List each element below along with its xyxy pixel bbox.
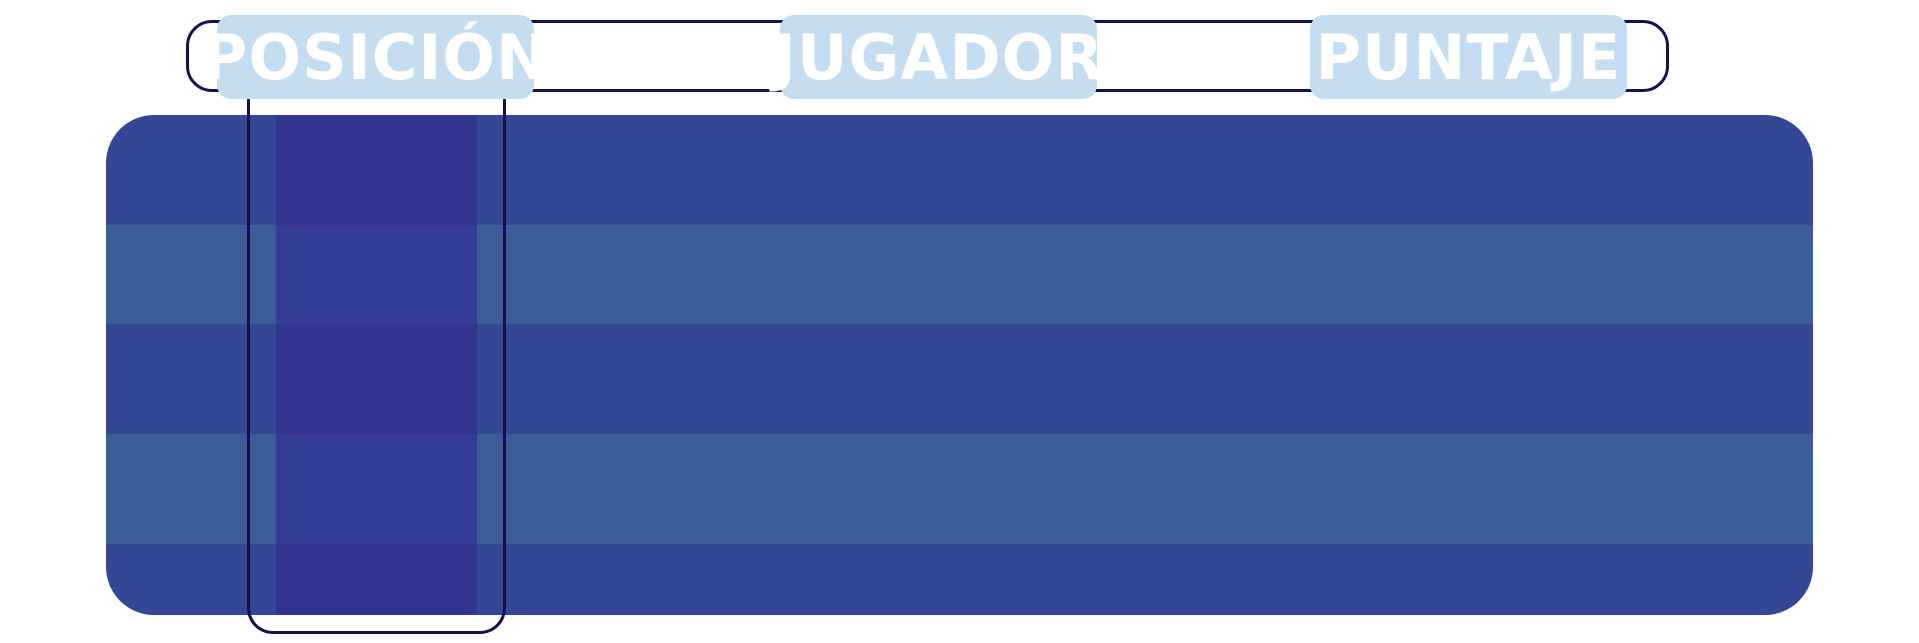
position-column-outline bbox=[247, 92, 506, 634]
leaderboard-screen: POSICIÓN JUGADOR PUNTAJE bbox=[0, 0, 1919, 643]
header-player[interactable]: JUGADOR bbox=[773, 15, 1103, 99]
header-score[interactable]: PUNTAJE bbox=[1310, 15, 1627, 99]
header-position[interactable]: POSICIÓN bbox=[202, 15, 548, 99]
